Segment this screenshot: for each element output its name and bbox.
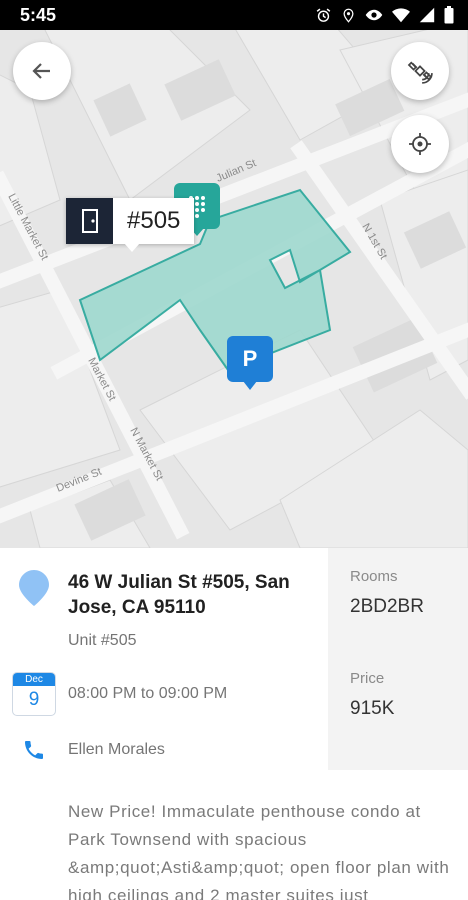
status-bar: 5:45 — [0, 0, 468, 30]
unit-callout-label: #505 — [113, 198, 195, 244]
satellite-toggle-button[interactable] — [391, 42, 449, 100]
address: 46 W Julian St #505, San Jose, CA 95110 — [68, 572, 290, 618]
alarm-icon — [316, 8, 331, 22]
summary-panel: Rooms 2BD2BR Price 915K — [328, 548, 468, 770]
map-background: Julian St Little Market St N 1st St Mark… — [0, 30, 468, 548]
my-location-button[interactable] — [391, 115, 449, 173]
contact-name[interactable]: Ellen Morales — [68, 741, 165, 759]
rooms-label: Rooms — [350, 568, 398, 585]
crosshair-icon — [409, 133, 431, 155]
wifi-icon — [392, 7, 410, 22]
arrow-back-icon — [32, 63, 50, 79]
door-icon — [66, 198, 113, 244]
price-label: Price — [350, 670, 385, 687]
listing-details: Rooms 2BD2BR Price 915K 46 W Julian St #… — [0, 548, 468, 900]
price-value: 915K — [350, 698, 395, 719]
calendar-month: Dec — [13, 673, 55, 686]
listing-description: New Price! Immaculate penthouse condo at… — [68, 802, 450, 900]
map-view[interactable]: Julian St Little Market St N 1st St Mark… — [0, 30, 468, 548]
rooms-value: 2BD2BR — [350, 596, 424, 617]
satellite-icon — [407, 61, 433, 84]
status-time: 5:45 — [20, 4, 57, 25]
back-button[interactable] — [13, 42, 71, 100]
location-pin-icon — [16, 568, 52, 608]
calendar-day: 9 — [28, 689, 40, 710]
unit-callout-tail — [124, 243, 140, 252]
signal-icon — [419, 7, 435, 23]
showing-time: 08:00 PM to 09:00 PM — [68, 685, 228, 702]
parking-marker-tail — [243, 381, 257, 390]
calendar-icon: Dec 9 — [13, 673, 55, 715]
phone-icon[interactable] — [20, 736, 48, 764]
status-icons — [315, 6, 454, 24]
parking-marker[interactable]: P — [227, 336, 273, 382]
unit-callout[interactable]: #505 — [66, 198, 195, 244]
eye-icon — [365, 9, 383, 21]
parking-marker-label: P — [242, 346, 258, 371]
battery-icon — [444, 6, 454, 24]
location-icon — [343, 8, 354, 23]
unit-number: Unit #505 — [68, 632, 137, 649]
